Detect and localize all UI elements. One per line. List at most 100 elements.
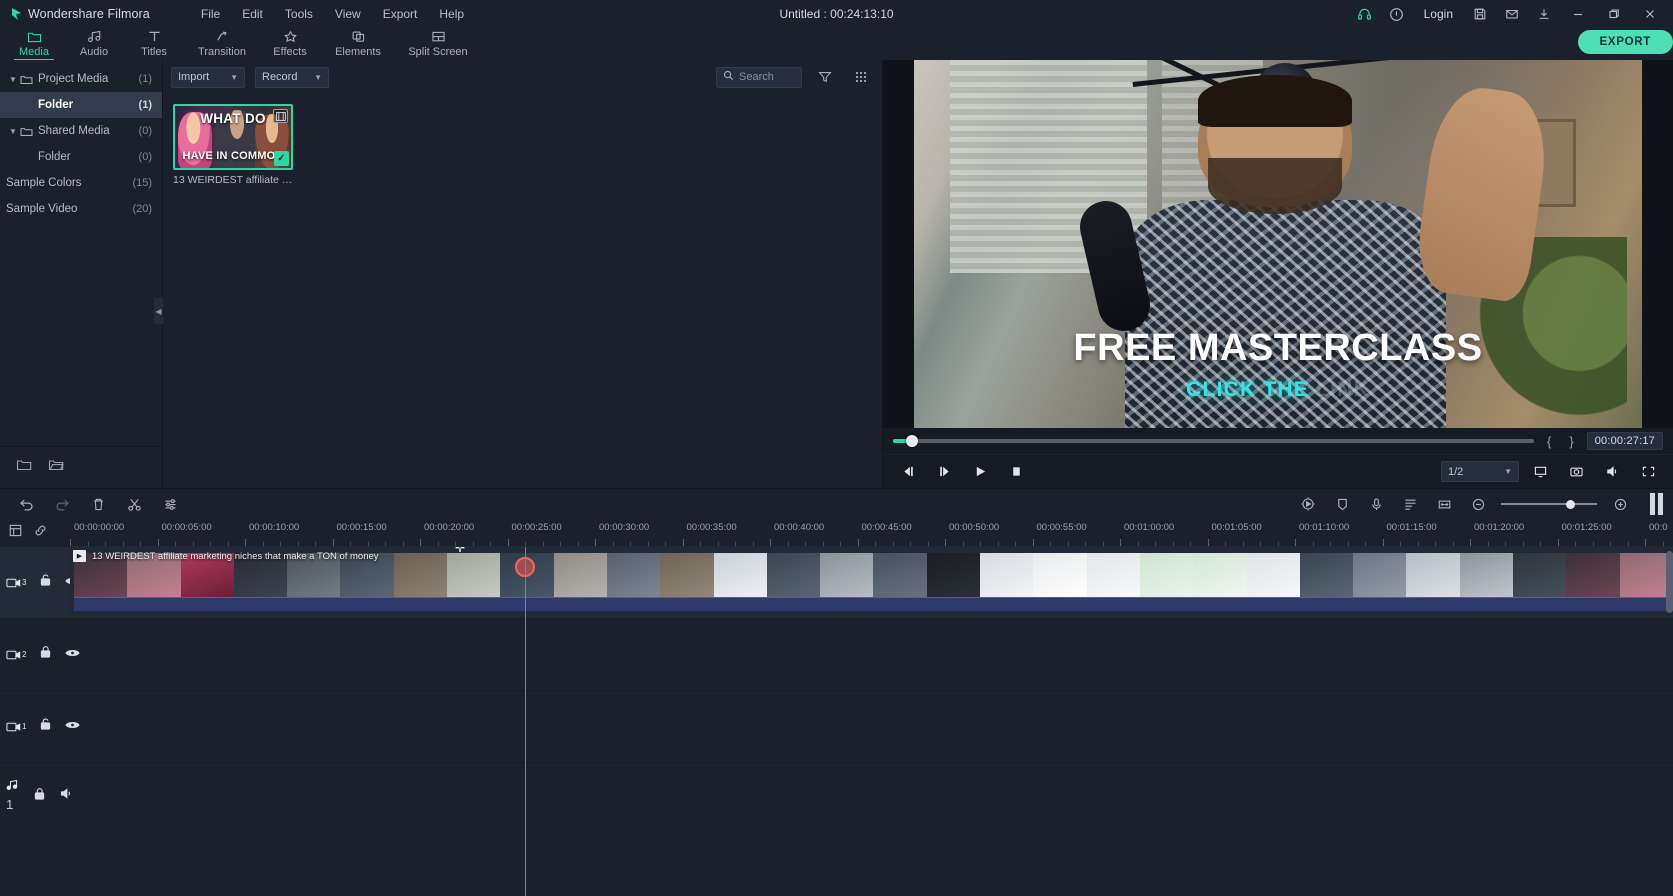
clip-drag-indicator[interactable]	[515, 557, 535, 577]
tree-item-sample-video[interactable]: Sample Video (20)	[0, 196, 162, 222]
ruler-minor-tick	[805, 542, 806, 546]
window-minimize-button[interactable]	[1561, 0, 1595, 28]
chevron-down-icon[interactable]: ▼	[6, 127, 20, 136]
undo-button[interactable]	[10, 491, 42, 517]
split-scissors-button[interactable]	[118, 491, 150, 517]
track-lock-icon[interactable]	[39, 717, 52, 736]
timeline-ruler[interactable]: 00:00:00:00 00:00:05:00 00:00:10:00 00:00:1…	[70, 519, 1673, 547]
redo-button[interactable]	[46, 491, 78, 517]
tab-transition[interactable]: Transition	[184, 26, 260, 60]
menu-view[interactable]: View	[324, 3, 372, 25]
volume-icon[interactable]	[1597, 459, 1627, 485]
scrubber-knob[interactable]	[905, 435, 918, 447]
marker-button[interactable]	[1326, 491, 1358, 517]
chevron-down-icon[interactable]: ▼	[6, 75, 20, 84]
snapshot-camera-icon[interactable]	[1561, 459, 1591, 485]
video-track-2-header[interactable]: 2	[0, 619, 81, 691]
mail-icon[interactable]	[1497, 1, 1527, 27]
ruler-minor-tick	[962, 542, 964, 546]
mark-in-icon[interactable]: {	[1542, 434, 1556, 449]
tree-item-shared-media[interactable]: ▼ Shared Media (0)	[0, 118, 162, 144]
preview-timecode[interactable]: 00:00:27:17	[1586, 432, 1663, 450]
tab-elements[interactable]: Elements	[320, 26, 396, 60]
video-track-3-lane[interactable]: ▶ 13 WEIRDEST affiliate marketing niches…	[70, 547, 1673, 619]
ruler-tick-label: 00:00:45:00	[861, 522, 912, 533]
ruler-minor-tick	[175, 542, 176, 546]
tab-audio[interactable]: Audio	[64, 26, 124, 60]
grid-view-icon[interactable]	[848, 64, 874, 90]
window-maximize-button[interactable]	[1597, 0, 1631, 28]
timeline-pause-bars-icon[interactable]	[1650, 493, 1663, 515]
zoom-in-button[interactable]	[1604, 491, 1636, 517]
open-folder-icon[interactable]	[48, 458, 64, 477]
crop-button[interactable]	[1428, 491, 1460, 517]
timeline-zoom-slider[interactable]	[1501, 496, 1597, 512]
export-button[interactable]: EXPORT	[1577, 30, 1673, 54]
video-stage[interactable]: FREE MASTERCLASS CLICK THE LINK	[883, 60, 1673, 428]
fullscreen-monitor-icon[interactable]	[1525, 459, 1555, 485]
menu-tools[interactable]: Tools	[274, 3, 324, 25]
tab-split-screen[interactable]: Split Screen	[396, 26, 480, 60]
window-close-button[interactable]	[1633, 0, 1667, 28]
video-track-3-header[interactable]: 3	[0, 547, 81, 619]
menu-export[interactable]: Export	[372, 3, 429, 25]
media-item[interactable]: WHAT DO HAVE IN COMMON ✓ 13 WEIRDEST aff…	[173, 104, 293, 186]
new-folder-icon[interactable]	[16, 458, 32, 477]
tab-effects[interactable]: Effects	[260, 26, 320, 60]
search-input[interactable]	[739, 71, 795, 83]
delete-button[interactable]	[82, 491, 114, 517]
save-icon[interactable]	[1465, 1, 1495, 27]
login-button[interactable]: Login	[1414, 7, 1463, 21]
audio-track-1-header[interactable]: 1	[0, 763, 70, 829]
preview-scrubber[interactable]	[893, 435, 1534, 447]
audio-track-1-lane[interactable]	[70, 763, 1673, 835]
subtitle-button[interactable]	[1394, 491, 1426, 517]
ruler-major-tick	[857, 539, 859, 546]
tree-item-folder-shared[interactable]: Folder (0)	[0, 144, 162, 170]
zoom-out-button[interactable]	[1462, 491, 1494, 517]
video-track-1-header[interactable]: 1	[0, 691, 81, 763]
menu-file[interactable]: File	[190, 3, 231, 25]
render-preview-button[interactable]	[1292, 491, 1324, 517]
tree-item-project-media[interactable]: ▼ Project Media (1)	[0, 66, 162, 92]
tab-label-elements: Elements	[335, 46, 381, 58]
audio-track-lock-icon[interactable]	[33, 787, 46, 806]
tree-item-sample-colors[interactable]: Sample Colors (15)	[0, 170, 162, 196]
preview-quality-dropdown[interactable]: 1/2 ▼	[1441, 461, 1519, 482]
tab-media[interactable]: Media	[4, 26, 64, 61]
zoom-slider-knob[interactable]	[1566, 499, 1576, 509]
stop-button[interactable]	[1001, 459, 1031, 485]
search-box[interactable]	[716, 66, 802, 88]
next-frame-button[interactable]	[929, 459, 959, 485]
timeline-clip[interactable]	[74, 553, 1673, 597]
adjust-settings-button[interactable]	[154, 491, 186, 517]
timeline-vertical-scrollbar[interactable]	[1666, 551, 1673, 613]
clip-filmstrip-frame	[340, 553, 394, 597]
support-headphone-icon[interactable]	[1350, 1, 1380, 27]
info-icon[interactable]	[1382, 1, 1412, 27]
timeline-marker-icon[interactable]	[8, 523, 23, 543]
expand-icon[interactable]	[1633, 459, 1663, 485]
download-icon[interactable]	[1529, 1, 1559, 27]
menu-help[interactable]: Help	[428, 3, 475, 25]
prev-frame-button[interactable]	[893, 459, 923, 485]
record-dropdown[interactable]: Record ▼	[255, 66, 329, 88]
link-chain-icon[interactable]	[33, 523, 48, 543]
filter-funnel-icon[interactable]	[812, 64, 838, 90]
ruler-minor-tick	[192, 542, 194, 546]
import-dropdown[interactable]: Import ▼	[171, 66, 245, 88]
video-track-2-lane[interactable]	[70, 619, 1673, 691]
tab-titles[interactable]: Titles	[124, 26, 184, 60]
voiceover-mic-button[interactable]	[1360, 491, 1392, 517]
panel-collapse-handle[interactable]: ◀	[154, 298, 163, 324]
playhead[interactable]	[525, 547, 526, 896]
menu-edit[interactable]: Edit	[231, 3, 274, 25]
media-thumbnail[interactable]: WHAT DO HAVE IN COMMON ✓	[173, 104, 293, 170]
play-button[interactable]	[965, 459, 995, 485]
video-track-1-lane[interactable]	[70, 691, 1673, 763]
clip-audio-underbar[interactable]	[74, 597, 1673, 611]
tree-item-folder-project[interactable]: Folder (1)	[0, 92, 162, 118]
track-lock-icon[interactable]	[39, 645, 52, 664]
mark-out-icon[interactable]: }	[1564, 434, 1578, 449]
track-lock-icon[interactable]	[39, 573, 52, 592]
